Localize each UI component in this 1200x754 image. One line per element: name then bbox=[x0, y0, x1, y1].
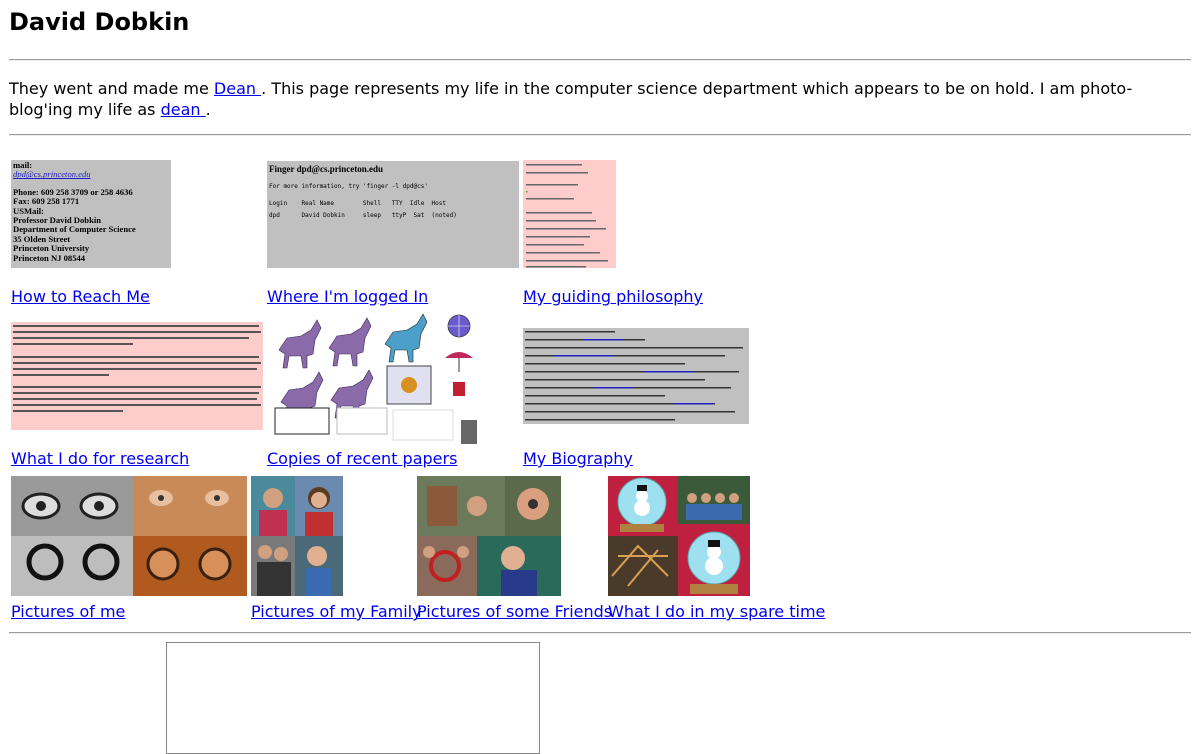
research-text-lines bbox=[13, 325, 261, 412]
friends-collage bbox=[417, 476, 561, 596]
divider bbox=[9, 134, 1191, 136]
research-link[interactable]: What I do for research bbox=[11, 449, 189, 468]
pictures-of-me-thumbnail[interactable] bbox=[11, 476, 247, 596]
embedded-frame bbox=[166, 642, 540, 754]
family-collage bbox=[251, 476, 343, 596]
research-thumbnail[interactable] bbox=[11, 322, 263, 430]
intro-paragraph: They went and made me Dean . This page r… bbox=[9, 78, 1189, 120]
recent-papers-link[interactable]: Copies of recent papers bbox=[267, 449, 457, 468]
contact-email: dpd@cs.princeton.edu bbox=[13, 169, 91, 180]
biography-text-lines bbox=[525, 331, 743, 421]
contact-card-thumbnail[interactable]: mail: dpd@cs.princeton.edu Phone: 609 25… bbox=[11, 160, 171, 268]
divider bbox=[9, 632, 1191, 634]
divider bbox=[9, 59, 1191, 61]
where-logged-in-link[interactable]: Where I'm logged In bbox=[267, 287, 428, 306]
finger-hint: For more information, try 'finger -l dpd… bbox=[269, 183, 428, 190]
family-thumbnail[interactable] bbox=[251, 476, 343, 596]
biography-link[interactable]: My Biography bbox=[523, 449, 633, 468]
spare-time-thumbnail[interactable] bbox=[608, 476, 750, 596]
biography-thumbnail[interactable] bbox=[523, 328, 749, 424]
finger-row: dpd David Dobkin sleep ttyP Sat (noted) bbox=[269, 212, 457, 219]
how-to-reach-me-link[interactable]: How to Reach Me bbox=[11, 287, 150, 306]
face-collage bbox=[11, 476, 247, 596]
philosophy-thumbnail[interactable] bbox=[523, 160, 616, 268]
spare-time-collage bbox=[608, 476, 750, 596]
intro-text: They went and made me bbox=[9, 79, 214, 98]
umbrella-icon bbox=[445, 352, 473, 358]
intro-text: . bbox=[205, 100, 211, 119]
guiding-philosophy-link[interactable]: My guiding philosophy bbox=[523, 287, 703, 306]
finger-title: Finger dpd@cs.princeton.edu bbox=[269, 164, 383, 174]
spare-time-link[interactable]: What I do in my spare time bbox=[608, 602, 825, 621]
philosophy-text-lines bbox=[526, 164, 608, 268]
pictures-of-me-link[interactable]: Pictures of me bbox=[11, 602, 125, 621]
finger-output-thumbnail[interactable]: Finger dpd@cs.princeton.edu For more inf… bbox=[267, 161, 519, 268]
horse-icon bbox=[278, 317, 374, 421]
friends-thumbnail[interactable] bbox=[417, 476, 561, 596]
dean-link-2[interactable]: dean bbox=[161, 100, 206, 119]
page-title: David Dobkin bbox=[9, 8, 190, 36]
contact-line: Princeton NJ 08544 bbox=[13, 252, 86, 263]
family-link[interactable]: Pictures of my Family bbox=[251, 602, 422, 621]
friends-link[interactable]: Pictures of some Friends bbox=[417, 602, 612, 621]
finger-header: Login Real Name Shell TTY Idle Host bbox=[269, 200, 447, 207]
dean-link-1[interactable]: Dean bbox=[214, 79, 261, 98]
recent-papers-thumbnail[interactable] bbox=[267, 310, 479, 444]
papers-collage bbox=[274, 313, 477, 444]
